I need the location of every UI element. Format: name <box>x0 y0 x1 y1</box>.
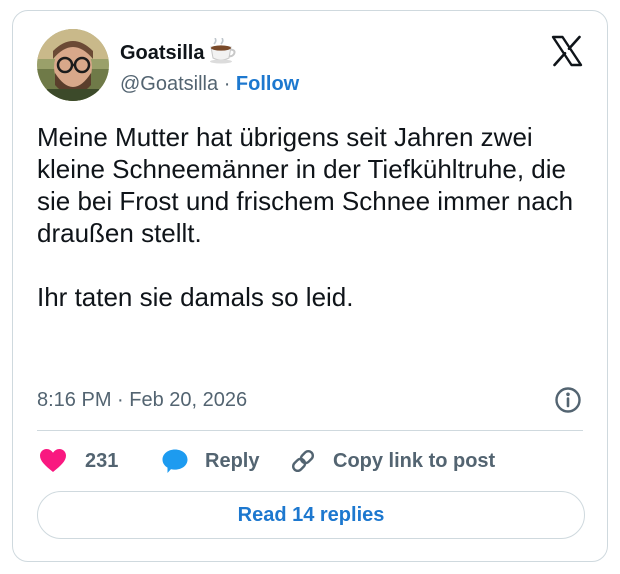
read-replies-button[interactable]: Read 14 replies <box>37 491 585 539</box>
avatar-image <box>37 29 109 101</box>
like-count: 231 <box>85 449 119 472</box>
author-avatar[interactable] <box>37 29 109 101</box>
coffee-cup-icon <box>210 38 236 64</box>
copy-link-button[interactable]: Copy link to post <box>289 444 495 478</box>
follow-link[interactable]: Follow <box>236 73 299 95</box>
tweet-timestamp[interactable]: 8:16 PM · Feb 20, 2026 <box>37 388 247 412</box>
handle-separator: · <box>223 73 231 95</box>
like-button[interactable]: 231 <box>39 444 118 478</box>
author-display-name[interactable]: Goatsilla <box>120 41 204 65</box>
reply-button[interactable]: Reply <box>161 444 259 478</box>
info-icon[interactable] <box>554 386 582 414</box>
tweet-text: Meine Mutter hat übrigens seit Jahren zw… <box>37 122 574 312</box>
author-handle[interactable]: @Goatsilla <box>120 73 218 95</box>
x-logo-icon[interactable] <box>551 35 583 67</box>
link-icon <box>291 449 315 473</box>
reply-label: Reply <box>205 449 260 472</box>
divider <box>37 430 583 431</box>
heart-icon <box>40 449 66 472</box>
author-handle-line: @Goatsilla · Follow <box>120 72 299 96</box>
reply-bubble-icon <box>162 449 188 473</box>
copy-link-label: Copy link to post <box>333 449 496 472</box>
embedded-tweet-card: Goatsilla @Goatsilla · Follow Meine Mutt… <box>12 10 608 562</box>
